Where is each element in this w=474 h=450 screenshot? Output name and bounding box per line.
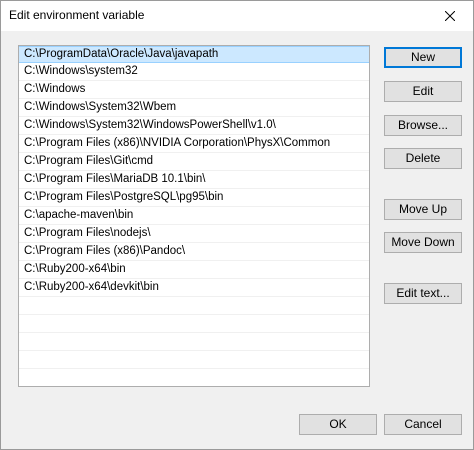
- cancel-button[interactable]: Cancel: [384, 414, 462, 435]
- list-item[interactable]: C:\Program Files\MariaDB 10.1\bin\: [19, 171, 369, 189]
- list-item-empty[interactable]: [19, 333, 369, 351]
- list-item[interactable]: C:\Windows\System32\Wbem: [19, 99, 369, 117]
- list-item-empty[interactable]: [19, 351, 369, 369]
- list-item-empty[interactable]: [19, 297, 369, 315]
- list-item[interactable]: C:\Windows\system32: [19, 63, 369, 81]
- edit-environment-variable-dialog: Edit environment variable C:\ProgramData…: [0, 0, 474, 450]
- new-button[interactable]: New: [384, 47, 462, 68]
- move-up-button[interactable]: Move Up: [384, 199, 462, 220]
- edit-button[interactable]: Edit: [384, 81, 462, 102]
- list-item[interactable]: C:\Program Files (x86)\Pandoc\: [19, 243, 369, 261]
- list-item[interactable]: C:\Ruby200-x64\bin: [19, 261, 369, 279]
- browse-button[interactable]: Browse...: [384, 115, 462, 136]
- list-item[interactable]: C:\Program Files\nodejs\: [19, 225, 369, 243]
- list-item[interactable]: C:\Windows: [19, 81, 369, 99]
- ok-button[interactable]: OK: [299, 414, 377, 435]
- close-button[interactable]: [427, 1, 473, 31]
- close-icon: [445, 11, 455, 21]
- list-item-empty[interactable]: [19, 315, 369, 333]
- window-title: Edit environment variable: [9, 8, 145, 22]
- list-item[interactable]: C:\apache-maven\bin: [19, 207, 369, 225]
- path-list[interactable]: C:\ProgramData\Oracle\Java\javapath C:\Wi…: [18, 45, 370, 387]
- edit-text-button[interactable]: Edit text...: [384, 283, 462, 304]
- move-down-button[interactable]: Move Down: [384, 232, 462, 253]
- list-item[interactable]: C:\ProgramData\Oracle\Java\javapath: [19, 46, 369, 63]
- delete-button[interactable]: Delete: [384, 148, 462, 169]
- title-bar[interactable]: Edit environment variable: [1, 1, 473, 31]
- list-item[interactable]: C:\Program Files\PostgreSQL\pg95\bin: [19, 189, 369, 207]
- list-item[interactable]: C:\Program Files (x86)\NVIDIA Corporatio…: [19, 135, 369, 153]
- list-item-empty[interactable]: [19, 369, 369, 386]
- list-item[interactable]: C:\Windows\System32\WindowsPowerShell\v1…: [19, 117, 369, 135]
- list-item[interactable]: C:\Ruby200-x64\devkit\bin: [19, 279, 369, 297]
- list-item[interactable]: C:\Program Files\Git\cmd: [19, 153, 369, 171]
